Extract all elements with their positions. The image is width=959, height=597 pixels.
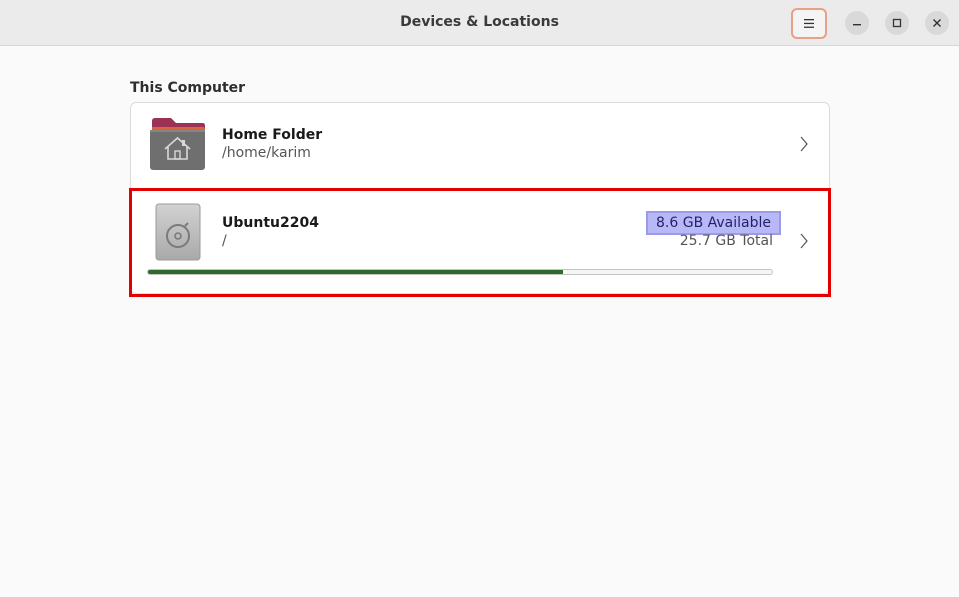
home-folder-icon [150, 118, 205, 170]
total-space: 25.7 GB Total [679, 233, 773, 249]
section-title: This Computer [130, 80, 246, 96]
hamburger-menu-icon [804, 19, 814, 28]
location-path: / [222, 233, 227, 249]
location-row-home-folder[interactable]: Home Folder /home/karim [131, 103, 829, 189]
app-window: Devices & Locations This Computer Home F… [0, 0, 959, 597]
chevron-right-icon [800, 136, 808, 152]
locations-list: Home Folder /home/karim Ubuntu2204 / 8.6… [130, 102, 830, 294]
minimize-icon [853, 24, 861, 26]
disk-drive-icon [155, 203, 201, 261]
disk-usage-bar [147, 269, 773, 275]
chevron-right-icon [800, 233, 808, 249]
location-path: /home/karim [222, 145, 311, 161]
location-name: Ubuntu2204 [222, 215, 319, 231]
location-name: Home Folder [222, 127, 323, 143]
available-space: 8.6 GB Available [646, 211, 781, 235]
location-row-ubuntu2204[interactable]: Ubuntu2204 / 8.6 GB Available 25.7 GB To… [131, 189, 829, 293]
close-icon [933, 19, 941, 27]
close-button[interactable] [925, 11, 949, 35]
disk-usage-fill [148, 270, 563, 274]
header-bar: Devices & Locations [0, 0, 959, 46]
maximize-icon [892, 18, 902, 28]
main-menu-button[interactable] [791, 8, 827, 39]
minimize-button[interactable] [845, 11, 869, 35]
maximize-button[interactable] [885, 11, 909, 35]
